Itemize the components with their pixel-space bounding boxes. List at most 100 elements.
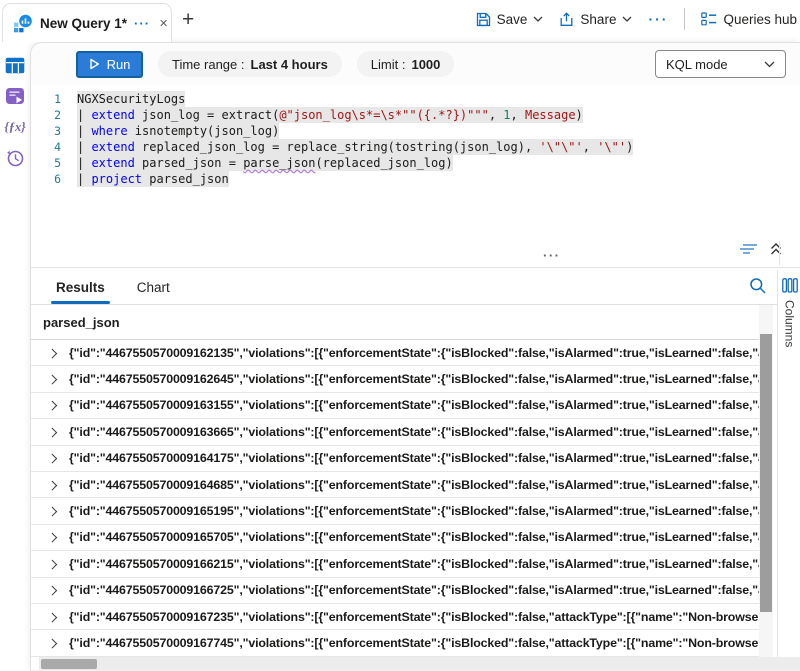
query-tab[interactable]: New Query 1* ··· ✕	[2, 3, 172, 42]
more-actions-button[interactable]: ···	[648, 11, 668, 27]
code-line[interactable]: 6| project parsed_json	[31, 171, 800, 187]
kql-mode-select[interactable]: KQL mode	[655, 50, 786, 78]
row-json-text: {"id":"4467550570009164175","violations"…	[69, 451, 759, 465]
expand-row-icon[interactable]	[49, 349, 57, 357]
table-row[interactable]: {"id":"4467550570009167235","violations"…	[31, 604, 759, 630]
run-button[interactable]: Run	[76, 51, 143, 78]
row-json-text: {"id":"4467550570009167235","violations"…	[69, 610, 759, 624]
code-line[interactable]: 4| extend replaced_json_log = replace_st…	[31, 139, 800, 155]
share-button[interactable]: Share	[559, 12, 632, 27]
table-row[interactable]: {"id":"4467550570009167745","violations"…	[31, 630, 759, 656]
row-json-text: {"id":"4467550570009162135","violations"…	[69, 346, 759, 360]
table-row[interactable]: {"id":"4467550570009162645","violations"…	[31, 366, 759, 392]
code-line[interactable]: 3| where isnotempty(json_log)	[31, 123, 800, 139]
adx-logo-icon	[13, 14, 33, 33]
expand-row-icon[interactable]	[49, 586, 57, 594]
expand-row-icon[interactable]	[49, 613, 57, 621]
tab-results[interactable]: Results	[56, 280, 105, 304]
sidebar-item-history[interactable]	[4, 148, 26, 168]
query-panel: Run Time range : Last 4 hours Limit : 10…	[30, 42, 800, 671]
expand-row-icon[interactable]	[49, 639, 57, 647]
column-header-parsed-json[interactable]: parsed_json	[31, 305, 759, 340]
tab-chart[interactable]: Chart	[137, 280, 170, 304]
results-summary-icon[interactable]	[739, 242, 760, 256]
sidebar-item-tables[interactable]	[4, 55, 26, 75]
columns-icon	[782, 278, 798, 293]
chevron-down-icon	[764, 61, 775, 68]
header-divider	[684, 8, 685, 30]
table-row[interactable]: {"id":"4467550570009166215","violations"…	[31, 551, 759, 577]
sidebar-item-functions[interactable]: {ƒx}	[4, 117, 26, 137]
play-icon	[89, 58, 100, 70]
line-number: 5	[31, 155, 61, 171]
expand-row-icon[interactable]	[49, 560, 57, 568]
collapse-results-icon[interactable]	[769, 242, 783, 256]
columns-panel-toggle[interactable]: Columns	[777, 270, 800, 657]
header-actions: Save Share ···	[476, 8, 797, 30]
code-line[interactable]: 5| extend parsed_json = parse_json(repla…	[31, 155, 800, 171]
row-json-text: {"id":"4467550570009165705","violations"…	[69, 530, 759, 544]
left-rail: {ƒx}	[0, 42, 30, 671]
line-number: 3	[31, 123, 61, 139]
expand-row-icon[interactable]	[49, 401, 57, 409]
time-range-pill[interactable]: Time range : Last 4 hours	[158, 51, 342, 77]
code-line[interactable]: 1NGXSecurityLogs	[31, 91, 800, 107]
results-grid: {"id":"4467550570009162135","violations"…	[31, 340, 759, 657]
tab-close-icon[interactable]: ✕	[159, 17, 168, 30]
row-json-text: {"id":"4467550570009164685","violations"…	[69, 478, 759, 492]
tab-bar: New Query 1* ··· ✕ + Save	[0, 0, 800, 42]
table-row[interactable]: {"id":"4467550570009166725","violations"…	[31, 578, 759, 604]
share-icon	[559, 12, 574, 27]
sidebar-item-views[interactable]	[4, 86, 26, 106]
row-json-text: {"id":"4467550570009167745","violations"…	[69, 636, 759, 650]
query-editor[interactable]: 1NGXSecurityLogs2| extend json_log = ext…	[31, 87, 800, 241]
columns-panel-label: Columns	[783, 300, 797, 347]
results-section: Results Chart parsed_json {"id":"4467550…	[31, 267, 800, 671]
table-row[interactable]: {"id":"4467550570009162135","violations"…	[31, 340, 759, 366]
table-row[interactable]: {"id":"4467550570009165195","violations"…	[31, 498, 759, 524]
new-tab-button[interactable]: +	[182, 8, 194, 32]
table-row[interactable]: {"id":"4467550570009164175","violations"…	[31, 446, 759, 472]
expand-row-icon[interactable]	[49, 454, 57, 462]
queries-hub-button[interactable]: Queries hub	[701, 12, 797, 27]
table-row[interactable]: {"id":"4467550570009163665","violations"…	[31, 419, 759, 445]
tab-title: New Query 1*	[40, 16, 127, 31]
share-chevron-icon	[622, 16, 632, 22]
expand-row-icon[interactable]	[49, 375, 57, 383]
results-tab-strip: Results Chart	[31, 268, 777, 305]
table-row[interactable]: {"id":"4467550570009165705","violations"…	[31, 525, 759, 551]
code-line[interactable]: 2| extend json_log = extract(@"json_log\…	[31, 107, 800, 123]
expand-row-icon[interactable]	[49, 481, 57, 489]
table-icon	[5, 57, 25, 74]
row-json-text: {"id":"4467550570009163665","violations"…	[69, 425, 759, 439]
row-json-text: {"id":"4467550570009162645","violations"…	[69, 372, 759, 386]
limit-pill[interactable]: Limit : 1000	[357, 51, 455, 77]
line-number: 2	[31, 107, 61, 123]
query-toolbar: Run Time range : Last 4 hours Limit : 10…	[31, 43, 800, 85]
table-row[interactable]: {"id":"4467550570009164685","violations"…	[31, 472, 759, 498]
horizontal-scrollbar[interactable]	[39, 657, 800, 670]
save-button[interactable]: Save	[476, 12, 544, 27]
expand-row-icon[interactable]	[49, 533, 57, 541]
save-chevron-icon	[533, 16, 543, 22]
row-json-text: {"id":"4467550570009165195","violations"…	[69, 504, 759, 518]
save-icon	[476, 12, 491, 27]
vertical-scrollbar[interactable]	[759, 305, 773, 657]
vertical-scrollbar-thumb[interactable]	[760, 334, 772, 612]
tab-more-icon[interactable]: ···	[134, 16, 150, 31]
table-row[interactable]: {"id":"4467550570009163155","violations"…	[31, 393, 759, 419]
line-number: 6	[31, 171, 61, 187]
function-icon: {ƒx}	[4, 120, 25, 135]
row-json-text: {"id":"4467550570009163155","violations"…	[69, 398, 759, 412]
expand-row-icon[interactable]	[49, 428, 57, 436]
expand-row-icon[interactable]	[49, 507, 57, 515]
splitter-handle[interactable]: ···	[543, 248, 561, 263]
document-play-icon	[5, 87, 25, 105]
row-json-text: {"id":"4467550570009166215","violations"…	[69, 557, 759, 571]
search-icon[interactable]	[749, 277, 767, 295]
horizontal-scrollbar-thumb[interactable]	[41, 659, 97, 669]
adx-query-page: { "tab_bar": { "tab_title": "New Query 1…	[0, 0, 800, 671]
line-number: 4	[31, 139, 61, 155]
panel-divider	[779, 241, 780, 265]
queries-hub-icon	[701, 12, 717, 26]
